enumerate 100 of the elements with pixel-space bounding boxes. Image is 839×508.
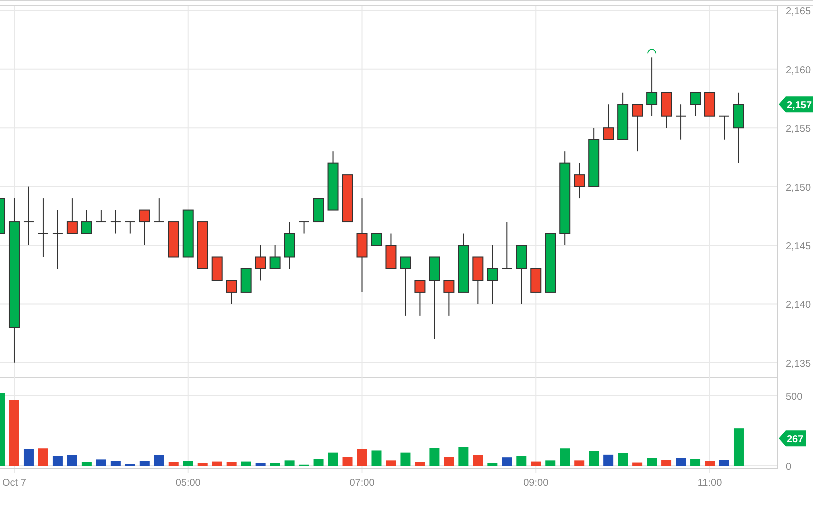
axis-label: 2,150 [786, 182, 812, 194]
volume-bar [314, 459, 324, 466]
volume-bar [705, 461, 715, 466]
candlestick [154, 198, 165, 223]
volume-bar [430, 448, 440, 466]
candlestick [588, 128, 600, 188]
volume-bar [328, 452, 338, 466]
volume-bar [560, 448, 570, 466]
candlestick [444, 280, 455, 316]
axis-label: 09:00 [524, 478, 549, 489]
volume-bar [574, 460, 585, 466]
high-marker-icon [648, 49, 657, 54]
candlestick [197, 222, 208, 270]
volume-bar [110, 461, 121, 466]
volume-bar [10, 400, 20, 466]
axis-label: 07:00 [350, 478, 375, 489]
candlestick [719, 116, 730, 140]
volume-bar [415, 462, 426, 466]
candlestick [502, 222, 513, 270]
candlestick [661, 92, 672, 129]
candlestick [270, 245, 281, 270]
candlestick [371, 233, 382, 246]
volume-bar [618, 453, 628, 466]
candlestick [110, 210, 122, 234]
candlestick [646, 57, 658, 117]
volume-bar [342, 457, 353, 466]
candlestick [603, 104, 614, 140]
volume-bar [734, 428, 744, 466]
candlestick [313, 198, 324, 223]
candlestick [472, 256, 484, 305]
volume-bar [662, 460, 672, 466]
candlestick [81, 210, 92, 234]
volume-bar [444, 457, 454, 466]
volume-bar [96, 460, 106, 466]
candlestick [487, 245, 498, 305]
volume-bar [632, 462, 643, 466]
candlestick [414, 280, 426, 316]
axis-label: Oct 7 [2, 478, 26, 489]
volume-bar [284, 460, 295, 466]
axis-label: 500 [786, 392, 803, 403]
candlestick [124, 222, 136, 234]
volume-bar [473, 456, 484, 466]
axis-label: 2,135 [786, 358, 812, 370]
volume-bar [400, 452, 411, 466]
volume-bar [720, 460, 730, 466]
volume-bar [386, 460, 396, 466]
last-volume-tag: 267 [779, 430, 806, 447]
axis-label: 2,165 [786, 6, 812, 18]
candlestick [545, 233, 556, 293]
axis-label: 2,160 [786, 65, 812, 76]
candlestick [676, 104, 687, 140]
candlestick [516, 245, 528, 305]
volume-bar [676, 458, 686, 466]
volume-bar [67, 456, 78, 466]
volume-bar [270, 463, 280, 466]
candlestick [618, 92, 629, 140]
volume-bar [212, 462, 222, 466]
candlestick [52, 210, 64, 270]
candlestick [182, 210, 194, 258]
candlestick [226, 280, 238, 305]
candlestick [574, 162, 586, 200]
volume-bar [256, 463, 266, 466]
axis-label: 0 [786, 462, 792, 473]
candlestick [240, 268, 252, 293]
volume-bar [154, 456, 164, 466]
volume-bar [690, 459, 701, 466]
volume-bar [488, 463, 498, 466]
candlestick [168, 222, 180, 258]
candlestick [458, 233, 470, 293]
volume-bar [183, 461, 194, 466]
candlestick [386, 233, 397, 270]
volume-bar [372, 450, 382, 466]
candlestick [255, 245, 266, 282]
axis-label: 2,155 [786, 124, 812, 136]
candlestick [38, 198, 49, 258]
volume-bar [38, 448, 48, 466]
candlestick [400, 256, 412, 316]
volume-bar [546, 460, 556, 466]
candlestick [66, 198, 78, 234]
last-price-tag: 2,157 [779, 96, 813, 113]
candlestick [139, 210, 150, 246]
volume-bar [241, 462, 252, 466]
candlestick [328, 151, 339, 211]
volume-bar [357, 449, 368, 466]
volume-bar [647, 458, 658, 466]
volume-bar [502, 458, 512, 466]
axis-label: 2,140 [786, 300, 812, 312]
candlestick [530, 268, 542, 293]
candlestick [212, 256, 223, 282]
candlestick [298, 222, 310, 234]
candlestick [96, 210, 107, 223]
candlestick [23, 186, 34, 246]
candlestick [342, 174, 354, 223]
volume-bar [24, 449, 34, 466]
candlestick [734, 92, 744, 164]
candlestick [690, 92, 702, 117]
candlestick [704, 92, 716, 117]
axis-label: 11:00 [698, 478, 722, 489]
volume-bar [226, 462, 237, 466]
volume-bar [531, 462, 542, 466]
